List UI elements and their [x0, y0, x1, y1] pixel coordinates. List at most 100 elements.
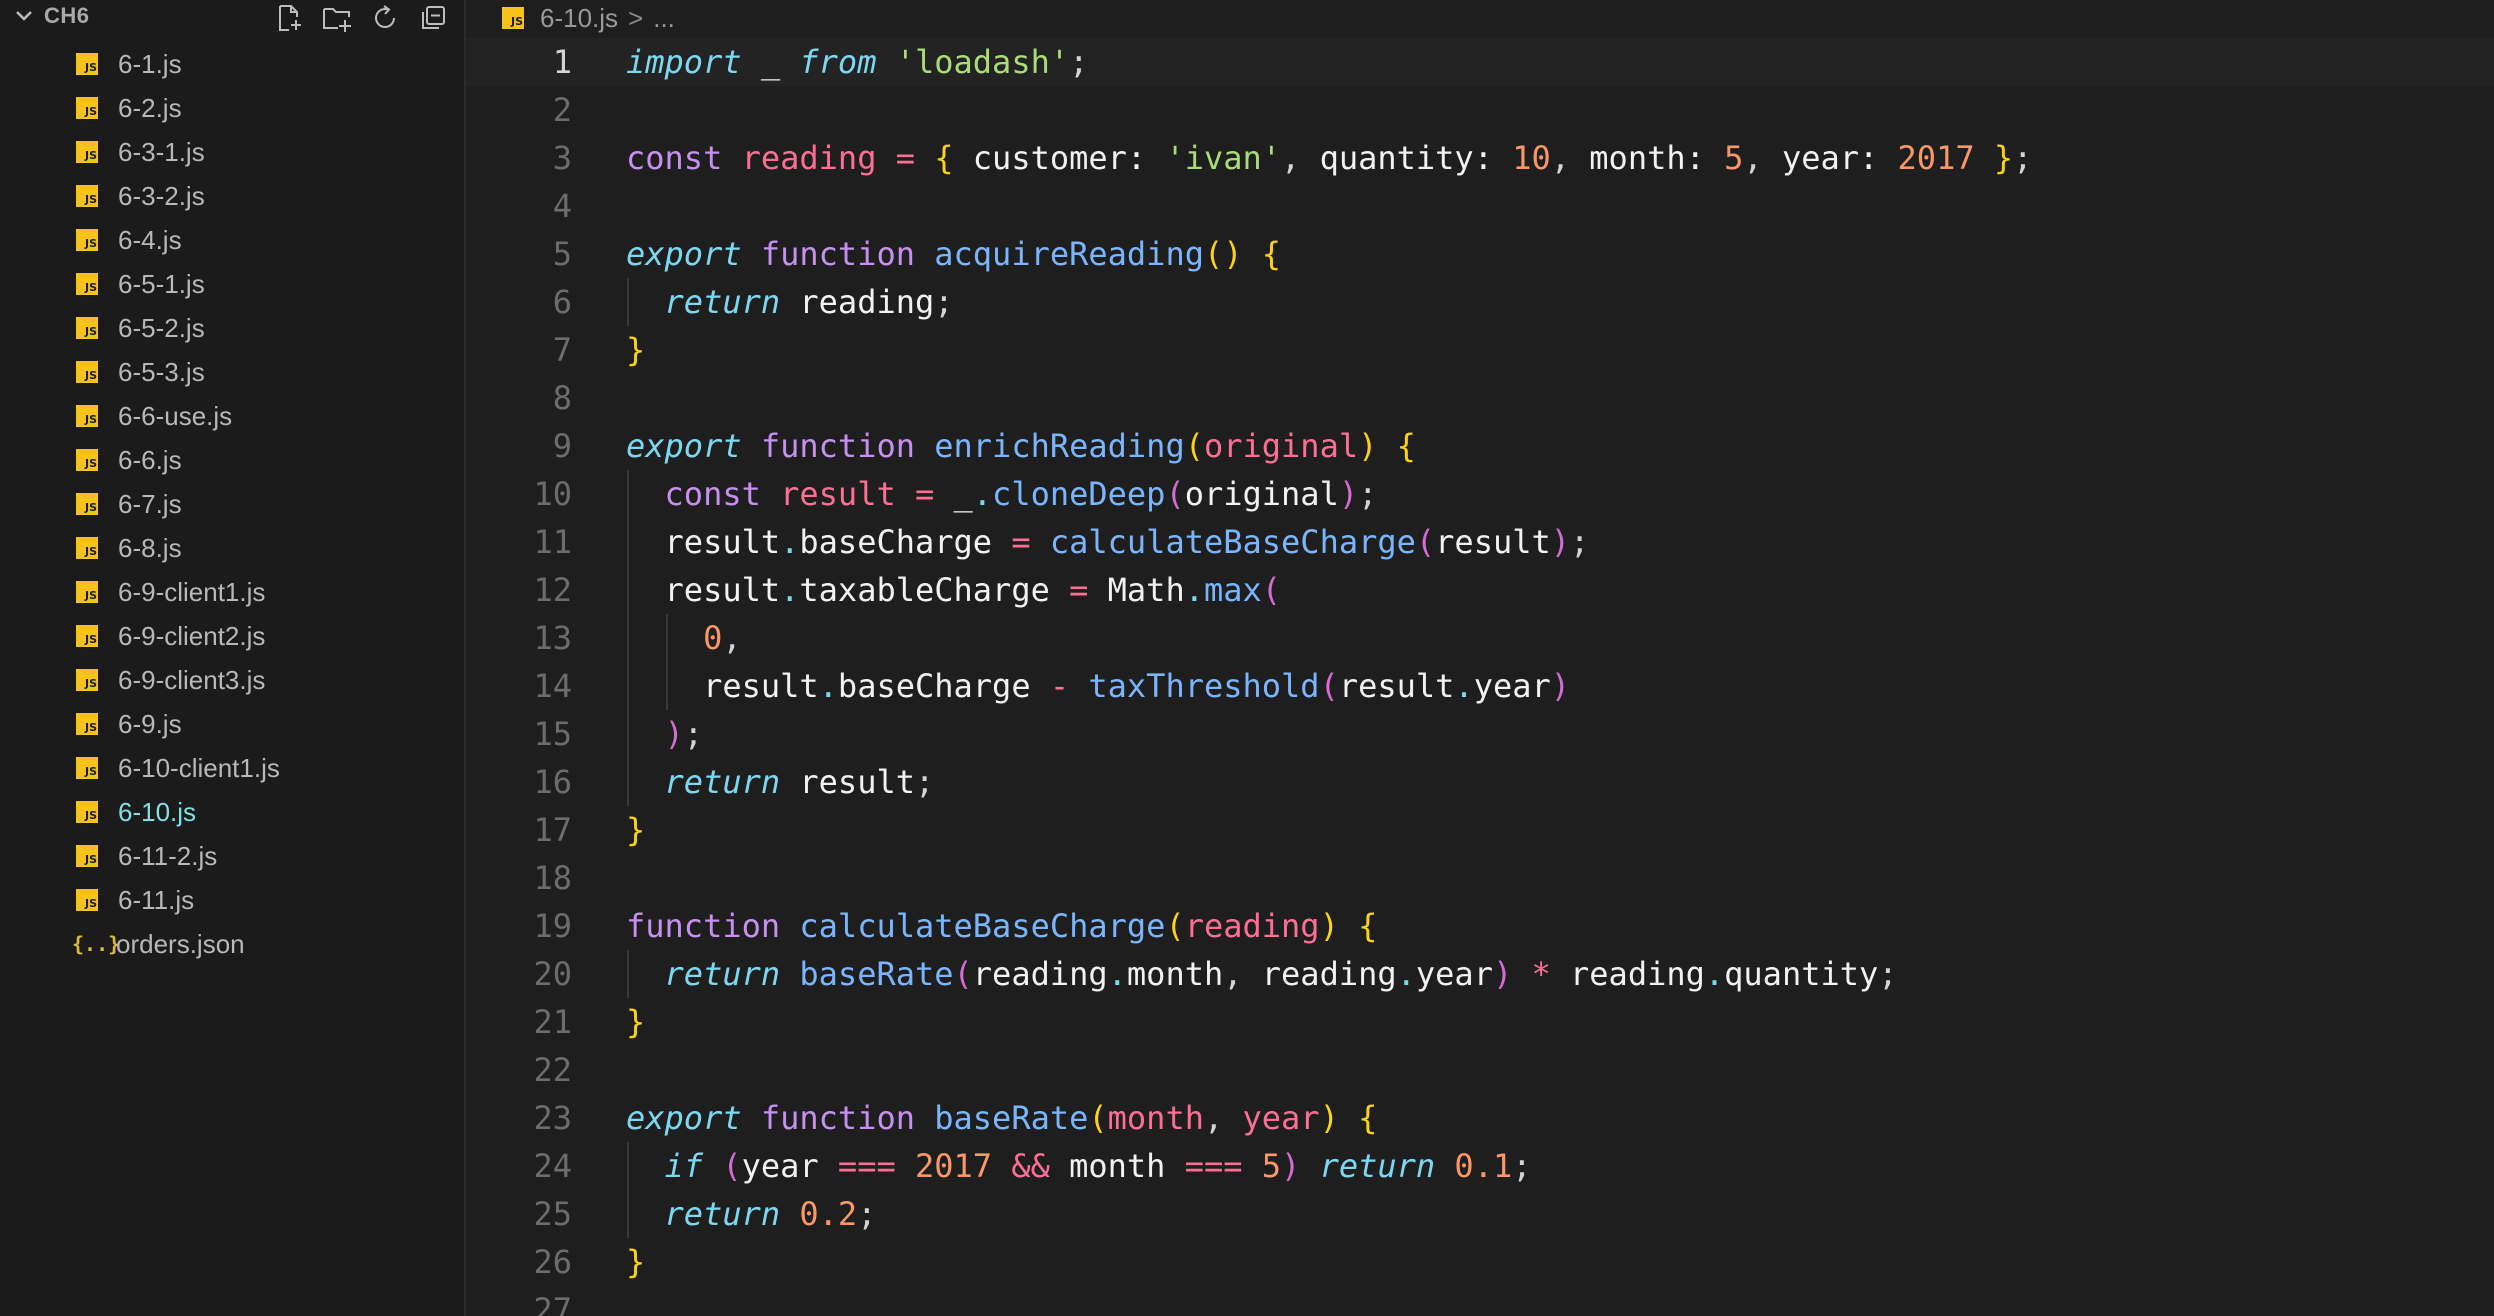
file-item[interactable]: JS 6-5-3.js: [0, 350, 464, 394]
code-line[interactable]: 6 return reading;: [466, 278, 2494, 326]
file-name: 6-5-2.js: [118, 312, 205, 343]
line-number: 20: [533, 955, 572, 993]
file-item[interactable]: JS 6-10.js: [0, 790, 464, 834]
javascript-file-icon: JS: [76, 889, 98, 911]
code-line[interactable]: 25 return 0.2;: [466, 1190, 2494, 1238]
code-token: &&: [1011, 1147, 1050, 1185]
new-file-icon[interactable]: [272, 1, 306, 35]
javascript-file-icon: JS: [76, 713, 98, 735]
code-line[interactable]: 1 import _ from 'loadash';: [466, 38, 2494, 86]
file-item[interactable]: JS 6-7.js: [0, 482, 464, 526]
file-item[interactable]: JS 6-1.js: [0, 42, 464, 86]
code-token: ;: [857, 1195, 877, 1233]
file-item[interactable]: JS 6-5-1.js: [0, 262, 464, 306]
code-text: return 0.2;: [626, 1195, 877, 1233]
code-token: export: [626, 427, 742, 465]
code-line[interactable]: 20 return baseRate(reading.month, readin…: [466, 950, 2494, 998]
code-token: {: [1261, 235, 1282, 273]
file-name: 6-9-client2.js: [118, 620, 266, 651]
code-line[interactable]: 7}: [466, 326, 2494, 374]
code-text: import _ from 'loadash';: [626, 43, 1088, 81]
code-line[interactable]: 22: [466, 1046, 2494, 1094]
file-item[interactable]: JS 6-9-client1.js: [0, 570, 464, 614]
code-line[interactable]: 11 result.baseCharge = calculateBaseChar…: [466, 518, 2494, 566]
javascript-file-icon: JS: [76, 229, 98, 251]
file-item[interactable]: JS 6-10-client1.js: [0, 746, 464, 790]
line-number: 16: [533, 763, 572, 801]
line-number: 11: [533, 523, 572, 561]
file-item[interactable]: JS 6-3-1.js: [0, 130, 464, 174]
file-item[interactable]: JS 6-4.js: [0, 218, 464, 262]
code-token: year: [1473, 667, 1551, 705]
code-line[interactable]: 2: [466, 86, 2494, 134]
collapse-all-icon[interactable]: [416, 1, 450, 35]
file-item[interactable]: JS 6-11.js: [0, 878, 464, 922]
code-line[interactable]: 9 export function enrichReading(original)…: [466, 422, 2494, 470]
code-token: reading: [972, 955, 1108, 993]
code-token: return: [664, 283, 781, 321]
code-line[interactable]: 24 if (year === 2017 && month === 5) ret…: [466, 1142, 2494, 1190]
code-line[interactable]: 14 result.baseCharge - taxThreshold(resu…: [466, 662, 2494, 710]
code-token: function: [760, 1099, 915, 1137]
breadcrumb: JS 6-10.js > ...: [466, 0, 2494, 36]
code-token: function: [626, 907, 781, 945]
code-token: year: [741, 1147, 838, 1185]
file-item[interactable]: JS 6-9-client2.js: [0, 614, 464, 658]
code-line[interactable]: 4: [466, 182, 2494, 230]
code-line[interactable]: 3 const reading = { customer: 'ivan', qua…: [466, 134, 2494, 182]
code-token: 'loadash': [895, 43, 1070, 81]
code-line[interactable]: 5 export function acquireReading() {: [466, 230, 2494, 278]
file-item[interactable]: JS 6-5-2.js: [0, 306, 464, 350]
code-token: (: [1415, 523, 1436, 561]
file-item[interactable]: JS 6-11-2.js: [0, 834, 464, 878]
code-token: month:: [1570, 139, 1725, 177]
code-token: original: [1203, 427, 1359, 465]
breadcrumb-file[interactable]: 6-10.js: [540, 3, 618, 34]
code-line[interactable]: 10 const result = _.cloneDeep(original);: [466, 470, 2494, 518]
code-line[interactable]: 19 function calculateBaseCharge(reading) …: [466, 902, 2494, 950]
javascript-file-icon: JS: [76, 361, 98, 383]
file-item[interactable]: JS 6-8.js: [0, 526, 464, 570]
code-token: .: [818, 667, 838, 705]
code-line[interactable]: 12 result.taxableCharge = Math.max(: [466, 566, 2494, 614]
code-token: year: [1242, 1099, 1320, 1137]
file-item[interactable]: JS 6-6-use.js: [0, 394, 464, 438]
file-name: 6-9.js: [118, 708, 182, 739]
code-line[interactable]: 17}: [466, 806, 2494, 854]
javascript-file-icon: JS: [76, 185, 98, 207]
code-token: }: [1993, 139, 2014, 177]
line-number: 4: [552, 187, 572, 225]
code-token: year:: [1762, 139, 1898, 177]
file-item[interactable]: JS 6-6.js: [0, 438, 464, 482]
new-folder-icon[interactable]: [320, 1, 354, 35]
code-token: (: [1261, 571, 1282, 609]
code-token: original: [1184, 475, 1339, 513]
code-line[interactable]: 26}: [466, 1238, 2494, 1286]
code-editor[interactable]: JS 6-10.js > ... 1 import _ from 'loadash…: [466, 0, 2494, 1316]
file-item[interactable]: JS 6-3-2.js: [0, 174, 464, 218]
file-item[interactable]: JS 6-9-client3.js: [0, 658, 464, 702]
file-item[interactable]: JS 6-9.js: [0, 702, 464, 746]
code-token: .: [1184, 571, 1204, 609]
code-line[interactable]: 13 0,: [466, 614, 2494, 662]
code-line[interactable]: 8: [466, 374, 2494, 422]
code-token: acquireReading: [934, 235, 1204, 273]
code-line[interactable]: 15 );: [466, 710, 2494, 758]
refresh-icon[interactable]: [368, 1, 402, 35]
code-line[interactable]: 27: [466, 1286, 2494, 1316]
breadcrumb-more[interactable]: ...: [653, 3, 675, 34]
code-line[interactable]: 18: [466, 854, 2494, 902]
code-text: if (year === 2017 && month === 5) return…: [626, 1147, 1532, 1185]
code-line[interactable]: 16 return result;: [466, 758, 2494, 806]
file-item[interactable]: {..} orders.json: [0, 922, 464, 966]
code-line[interactable]: 23 export function baseRate(month, year) …: [466, 1094, 2494, 1142]
line-number: 6: [552, 283, 572, 321]
chevron-down-icon: [16, 11, 32, 21]
file-item[interactable]: JS 6-2.js: [0, 86, 464, 130]
code-area[interactable]: 1 import _ from 'loadash'; 2 3 const reading…: [466, 38, 2494, 1316]
code-line[interactable]: 21}: [466, 998, 2494, 1046]
